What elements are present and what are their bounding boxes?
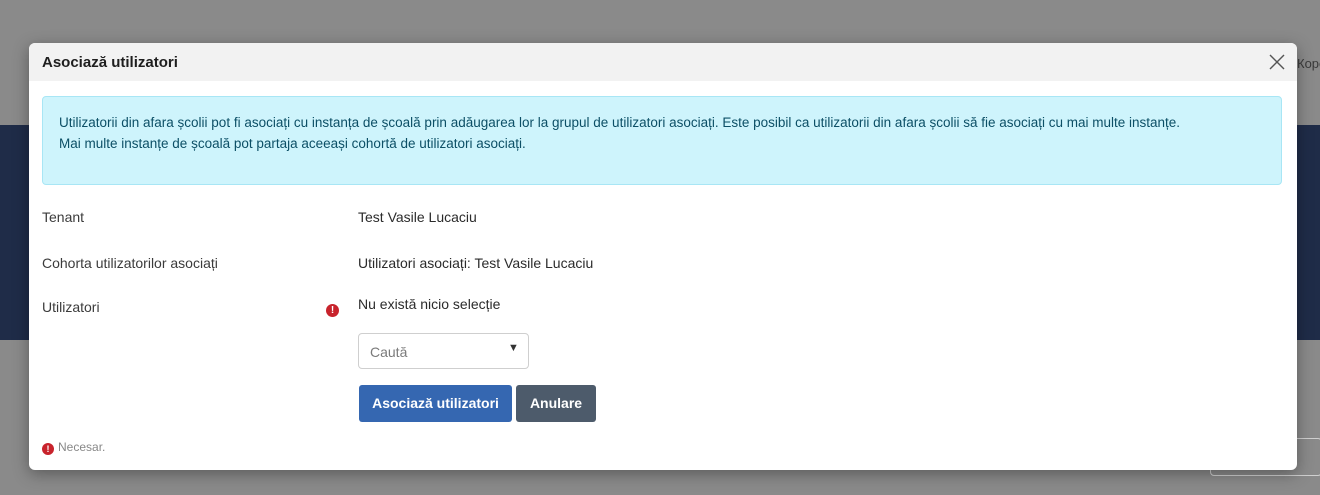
cohort-label: Cohorta utilizatorilor asociați	[42, 255, 218, 271]
users-selection-status: Nu există nicio selecție	[358, 296, 501, 312]
tenant-value: Test Vasile Lucaciu	[358, 209, 477, 225]
cohort-value: Utilizatori asociați: Test Vasile Lucaci…	[358, 255, 594, 271]
users-label: Utilizatori	[42, 299, 100, 315]
associate-users-button[interactable]: Asociază utilizatori	[359, 385, 512, 422]
required-icon: !	[326, 304, 339, 317]
info-text-line-2: Mai multe instanțe de școală pot partaja…	[59, 136, 526, 151]
close-icon[interactable]	[1265, 50, 1289, 74]
background-edge-text: Кope	[1297, 56, 1320, 71]
info-text-line-1: Utilizatorii din afara școlii pot fi aso…	[59, 115, 1181, 130]
user-search-select[interactable]: Caută ▼	[358, 333, 529, 369]
required-icon: !	[42, 443, 54, 455]
dropdown-arrow-icon: ▼	[508, 342, 519, 354]
dialog-title: Asociază utilizatori	[42, 54, 178, 71]
associate-users-dialog: Asociază utilizatori Utilizatorii din af…	[29, 43, 1297, 470]
dialog-header: Asociază utilizatori	[29, 43, 1297, 81]
tenant-label: Tenant	[42, 209, 85, 225]
required-note: ! Necesar.	[42, 440, 105, 455]
cancel-button[interactable]: Anulare	[516, 385, 596, 422]
search-placeholder: Caută	[370, 344, 408, 360]
info-alert: Utilizatorii din afara școlii pot fi aso…	[42, 96, 1282, 185]
required-note-text: Necesar.	[58, 440, 106, 454]
